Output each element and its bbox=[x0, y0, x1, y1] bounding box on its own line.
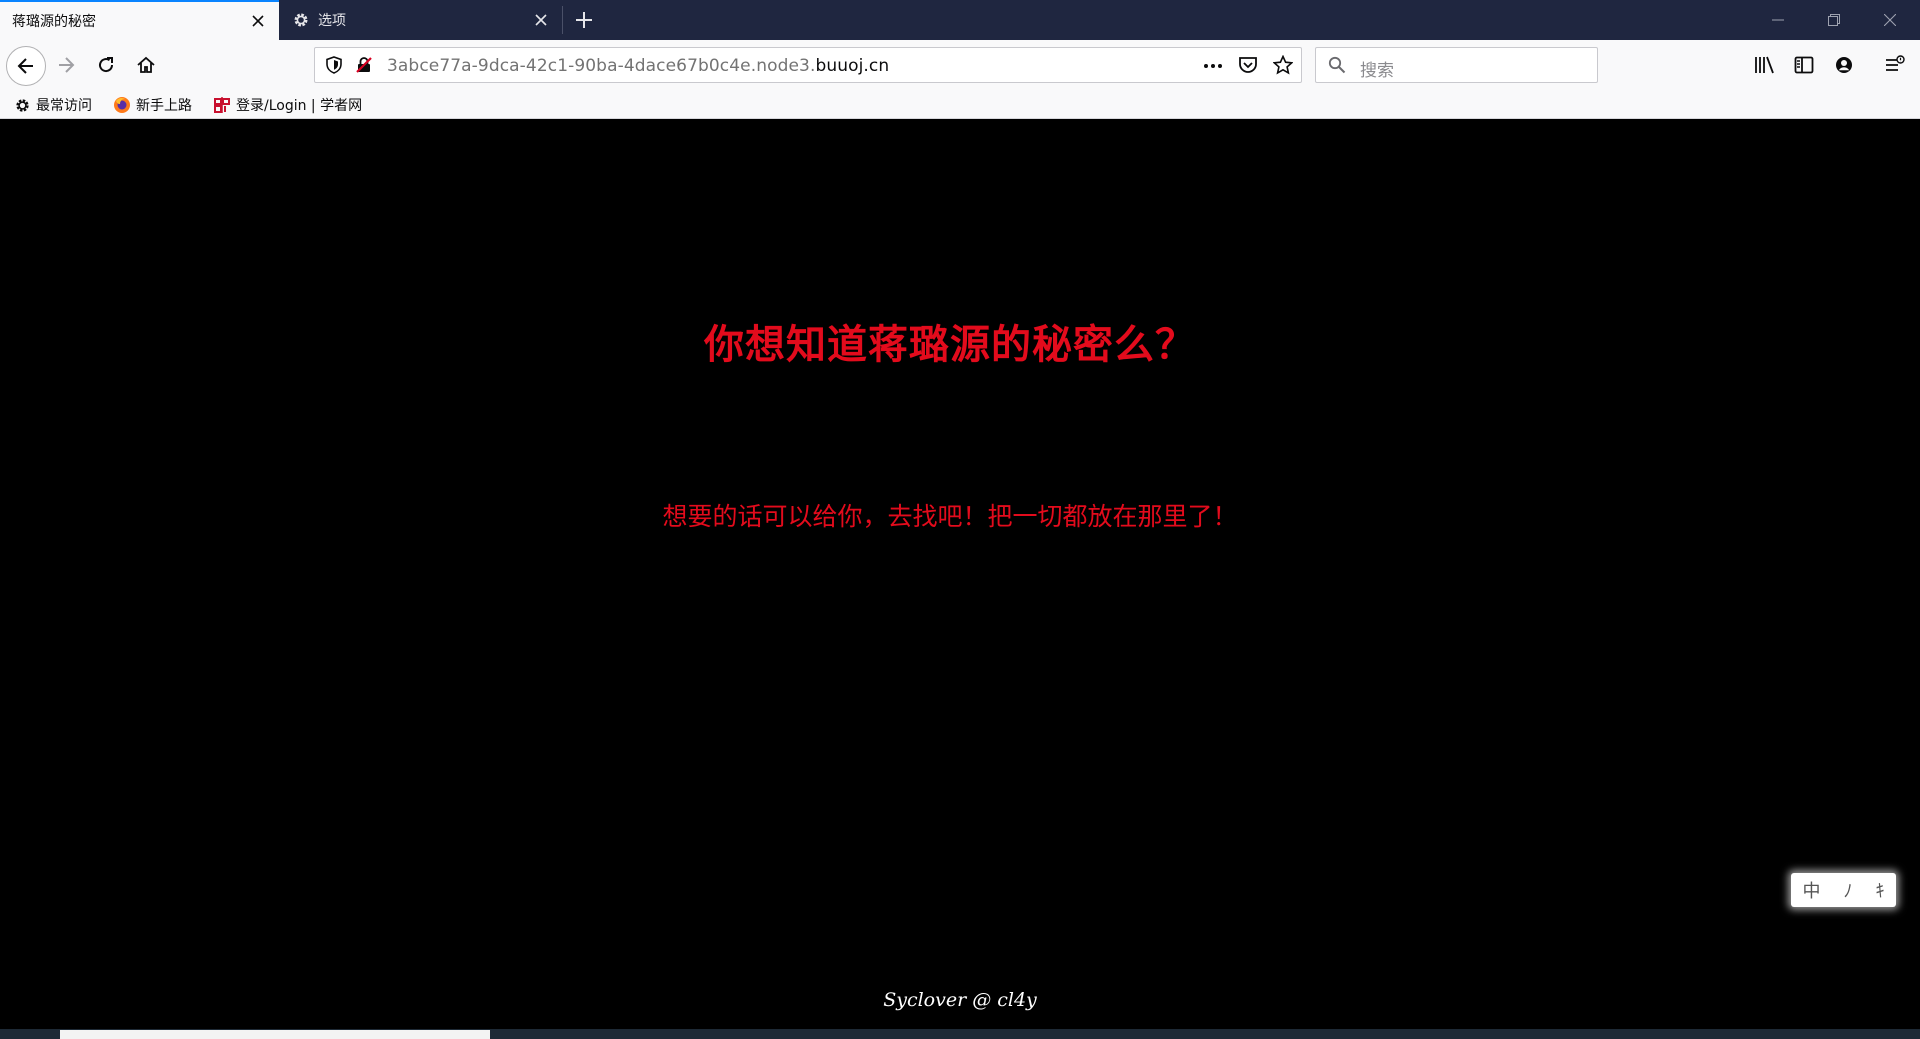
page-content: 你想知道蒋璐源的秘密么？ 想要的话可以给你，去找吧！把一切都放在那里了！ 中 ﾉ… bbox=[0, 119, 1920, 1029]
gear-icon bbox=[292, 11, 310, 29]
ime-moon-icon[interactable]: ﾉ bbox=[1844, 877, 1853, 903]
sidebar-button[interactable] bbox=[1787, 48, 1821, 82]
url-path: 3abce77a-9dca-42c1-90ba-4dace67b0c4e.nod… bbox=[387, 56, 816, 76]
tab-active[interactable]: 蒋璐源的秘密 bbox=[0, 0, 279, 40]
firefox-icon bbox=[113, 96, 136, 114]
ime-mode-chinese[interactable]: 中 bbox=[1803, 877, 1821, 903]
tab-separator bbox=[562, 6, 563, 34]
footer-credit: Syclover @ cl4y bbox=[883, 989, 1037, 1011]
close-icon[interactable] bbox=[243, 6, 273, 36]
reload-button[interactable] bbox=[89, 48, 123, 82]
bookmark-most-visited[interactable]: 最常访问 bbox=[14, 95, 92, 115]
forward-button[interactable] bbox=[49, 48, 83, 82]
url-host: buuoj.cn bbox=[815, 56, 890, 76]
bookmark-star-icon[interactable] bbox=[1272, 54, 1294, 79]
home-button[interactable] bbox=[129, 48, 163, 82]
shield-icon[interactable] bbox=[325, 56, 343, 78]
search-placeholder: 搜索 bbox=[1360, 61, 1394, 81]
search-bar[interactable]: 搜索 bbox=[1315, 47, 1598, 83]
restore-button[interactable] bbox=[1806, 0, 1862, 40]
tab-title: 选项 bbox=[318, 13, 346, 29]
more-actions-icon[interactable] bbox=[1202, 57, 1224, 79]
pocket-icon[interactable] bbox=[1238, 56, 1258, 78]
page-heading: 你想知道蒋璐源的秘密么？ bbox=[704, 322, 1196, 368]
close-window-button[interactable] bbox=[1862, 0, 1918, 40]
back-button[interactable] bbox=[6, 46, 46, 86]
menu-button[interactable] bbox=[1878, 48, 1912, 82]
bookmark-getting-started[interactable]: 新手上路 bbox=[113, 95, 192, 115]
new-tab-button[interactable] bbox=[568, 4, 600, 36]
ime-settings-icon[interactable]: ｷ bbox=[1876, 877, 1885, 903]
bookmark-scholar-login[interactable]: 登录/Login | 学者网 bbox=[213, 95, 362, 115]
url-bar[interactable]: 3abce77a-9dca-42c1-90ba-4dace67b0c4e.nod… bbox=[314, 47, 1302, 83]
scholar-icon bbox=[213, 96, 236, 114]
bookmarks-toolbar: 最常访问 新手上路 登录/Login | 学者网 bbox=[0, 91, 1920, 119]
close-icon[interactable] bbox=[526, 5, 556, 35]
account-button[interactable] bbox=[1827, 48, 1861, 82]
gear-icon bbox=[14, 97, 36, 114]
minimize-button[interactable] bbox=[1750, 0, 1806, 40]
tab-strip: 蒋璐源的秘密 选项 bbox=[0, 0, 1920, 40]
tab-title: 蒋璐源的秘密 bbox=[12, 14, 96, 30]
page-subtext: 想要的话可以给你，去找吧！把一切都放在那里了！ bbox=[662, 502, 1238, 531]
library-button[interactable] bbox=[1747, 48, 1781, 82]
tab-options[interactable]: 选项 bbox=[280, 0, 562, 40]
bookmark-label: 最常访问 bbox=[36, 98, 92, 114]
insecure-lock-icon[interactable] bbox=[355, 56, 373, 78]
url-text[interactable]: 3abce77a-9dca-42c1-90ba-4dace67b0c4e.nod… bbox=[387, 56, 889, 76]
bookmark-label: 新手上路 bbox=[136, 98, 192, 114]
taskbar-search-box[interactable] bbox=[60, 1030, 490, 1039]
search-icon bbox=[1328, 56, 1346, 78]
bookmark-label: 登录/Login | 学者网 bbox=[236, 98, 363, 114]
navigation-toolbar: 3abce77a-9dca-42c1-90ba-4dace67b0c4e.nod… bbox=[0, 40, 1920, 91]
ime-toolbar[interactable]: 中 ﾉ ｷ bbox=[1791, 873, 1896, 907]
